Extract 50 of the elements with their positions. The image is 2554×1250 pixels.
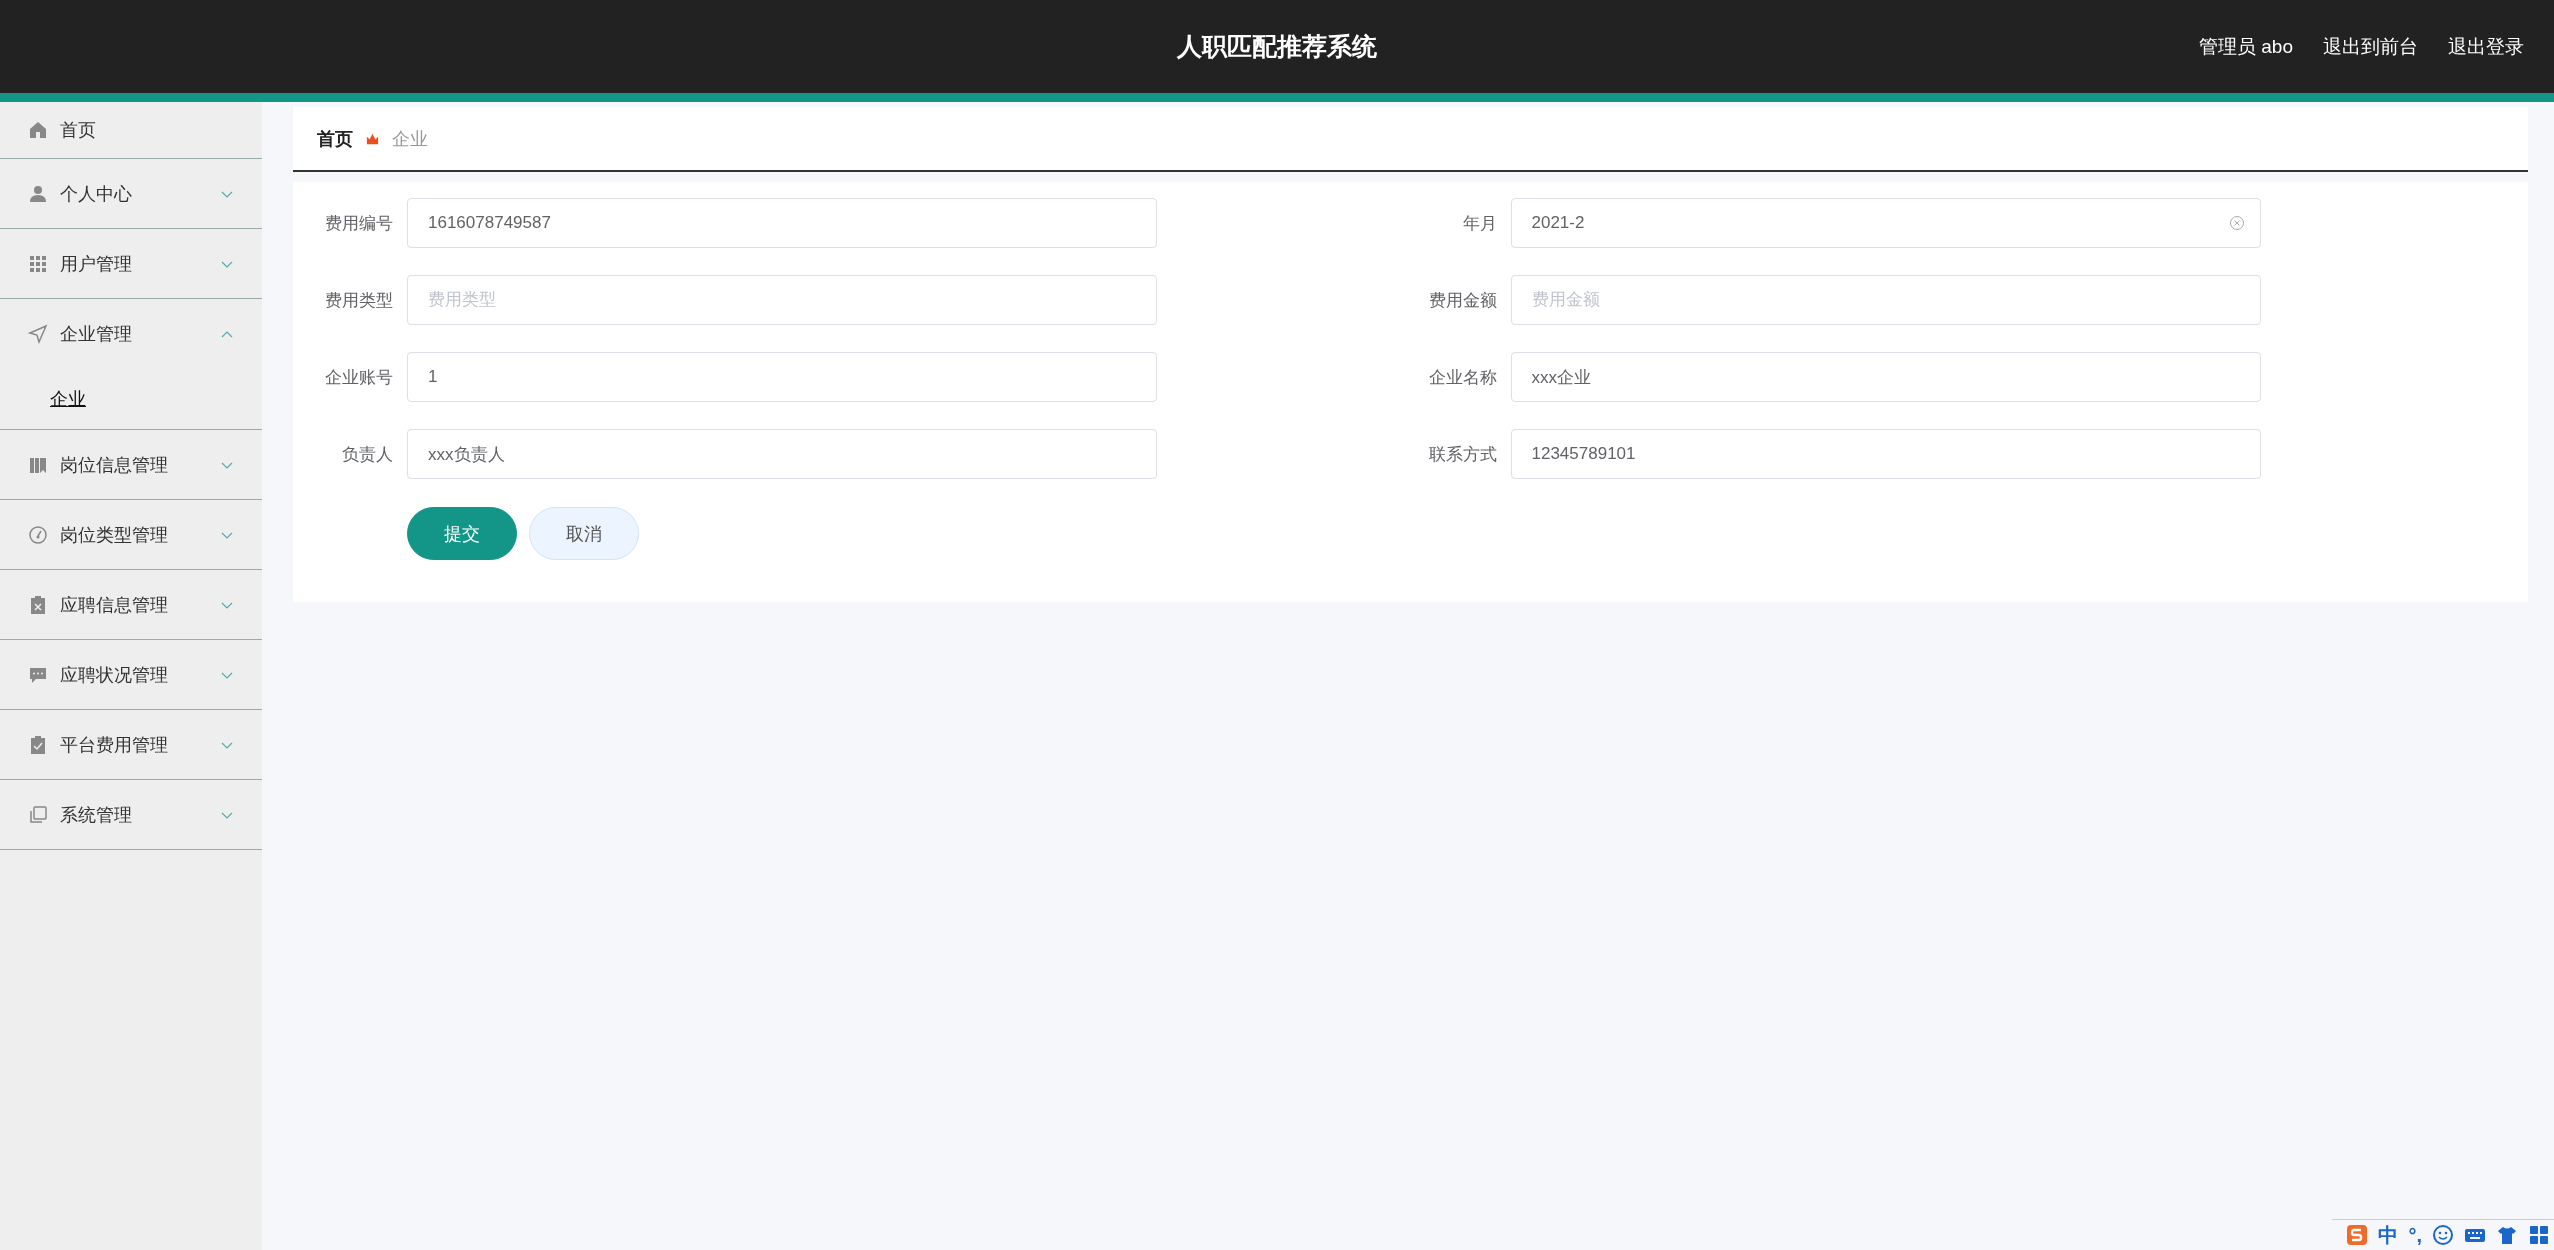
header-link[interactable]: 退出登录 (2448, 33, 2524, 60)
menu-icon (28, 524, 48, 545)
input-field[interactable]: 1616078749587 (407, 198, 1157, 248)
sidebar-item[interactable]: 岗位信息管理 (0, 430, 262, 500)
input-field[interactable]: 费用金额 (1510, 275, 2261, 325)
input-field[interactable]: xxx企业 (1510, 352, 2261, 402)
smiley-icon[interactable] (2432, 1224, 2454, 1246)
menu-icon (28, 120, 48, 140)
field-label: 联系方式 (1427, 443, 1498, 466)
grid-icon[interactable] (2528, 1224, 2550, 1246)
sidebar-item[interactable]: 岗位类型管理 (0, 500, 262, 570)
app-title: 人职匹配推荐系统 (1177, 31, 1377, 62)
s-logo-icon[interactable] (2346, 1224, 2369, 1246)
field-label: 年月 (1461, 212, 1498, 235)
sidebar-item[interactable]: 首页 (0, 102, 262, 159)
menu-icon (28, 253, 48, 274)
sidebar-subitem[interactable]: 企业 (50, 387, 86, 411)
field-label: 费用金额 (1427, 289, 1498, 312)
menu-icon (28, 734, 48, 755)
menu-icon (28, 594, 48, 615)
field-label: 负责人 (341, 443, 394, 466)
input-field[interactable]: 12345789101 (1510, 429, 2261, 479)
ime-mode-text[interactable]: 中 (2378, 1221, 2399, 1249)
crown-icon (365, 131, 380, 146)
field-label: 费用编号 (324, 212, 394, 235)
submit-button[interactable]: 提交 (407, 507, 517, 560)
field-label: 企业名称 (1427, 366, 1498, 389)
sidebar-item[interactable]: 个人中心 (0, 159, 262, 229)
shirt-icon[interactable] (2496, 1224, 2518, 1246)
sidebar-item[interactable]: 应聘信息管理 (0, 570, 262, 640)
breadcrumb-item[interactable]: 首页 (317, 126, 353, 151)
menu-icon (28, 804, 48, 825)
field-label: 企业账号 (324, 366, 394, 389)
sidebar-item[interactable]: 系统管理 (0, 780, 262, 850)
input-field[interactable]: 1 (407, 352, 1157, 402)
field-label: 费用类型 (324, 289, 394, 312)
ime-mode-text[interactable]: °, (2408, 1223, 2422, 1247)
menu-icon (28, 324, 48, 344)
header-link[interactable]: 管理员 abo (2199, 33, 2293, 60)
breadcrumb-item: 企业 (392, 127, 428, 151)
menu-icon (28, 183, 48, 204)
sidebar-item[interactable]: 应聘状况管理 (0, 640, 262, 710)
sidebar-item[interactable]: 平台费用管理 (0, 710, 262, 780)
input-field[interactable]: 2021-2 (1510, 198, 2261, 248)
input-field[interactable]: 费用类型 (407, 275, 1157, 325)
input-field[interactable]: xxx负责人 (407, 429, 1157, 479)
cancel-button[interactable]: 取消 (529, 507, 639, 560)
sidebar-item[interactable]: 用户管理 (0, 229, 262, 299)
sidebar-item[interactable]: 企业管理 (0, 299, 262, 369)
header-link[interactable]: 退出到前台 (2323, 33, 2418, 60)
